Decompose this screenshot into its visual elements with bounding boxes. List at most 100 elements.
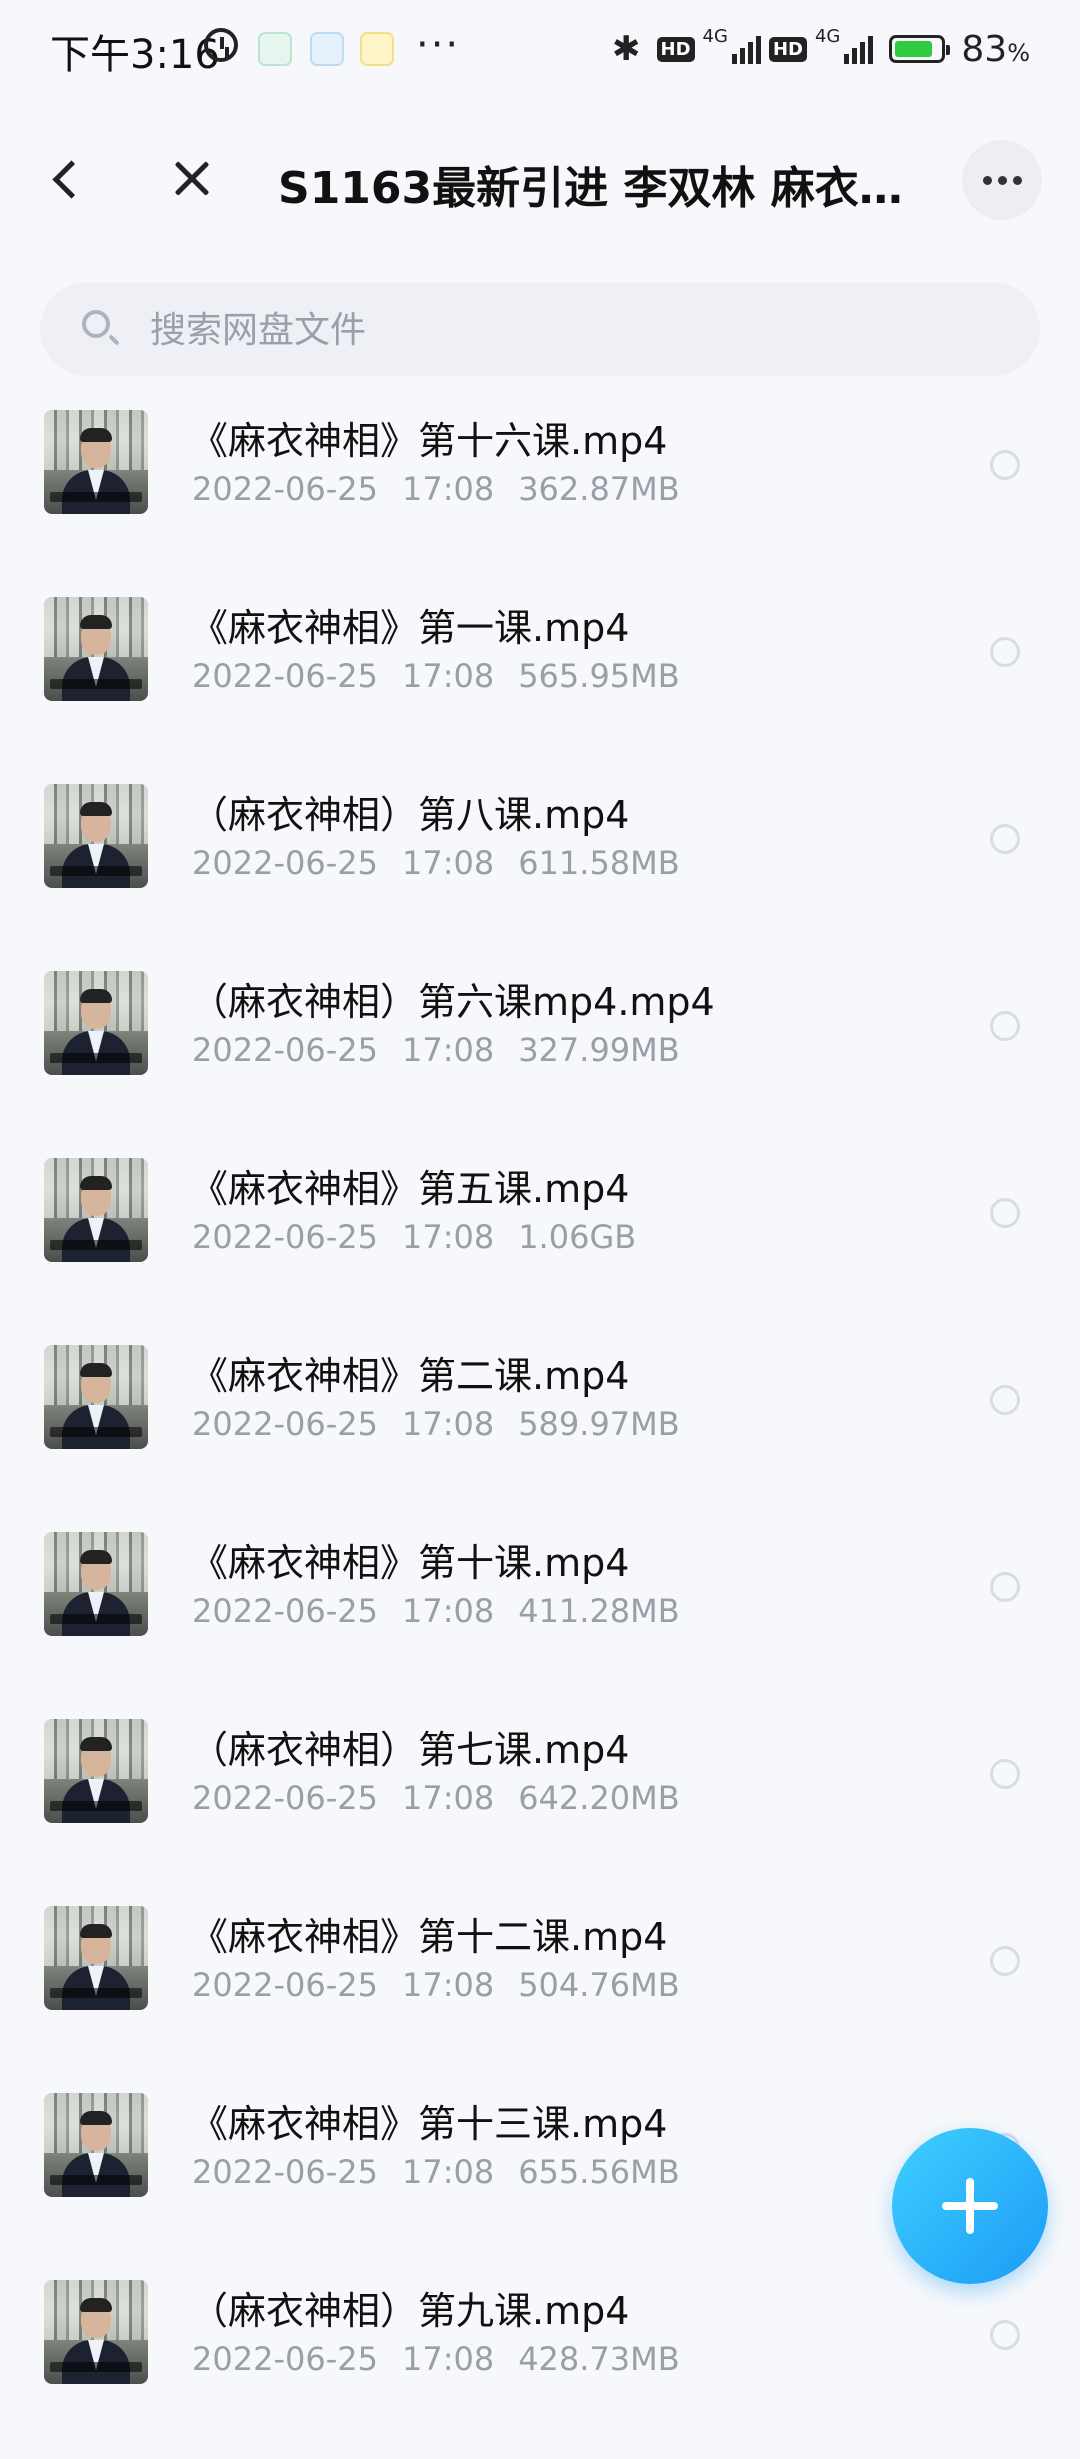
page-title: S1163最新引进 李双林 麻衣神相 ...	[278, 163, 918, 214]
file-row[interactable]: 《麻衣神相》第一课.mp4 2022-06-25 17:08 565.95MB	[0, 589, 1080, 776]
file-size: 327.99MB	[518, 1031, 680, 1069]
file-size: 428.73MB	[518, 2340, 680, 2378]
file-row[interactable]: 《麻衣神相》第二课.mp4 2022-06-25 17:08 589.97MB	[0, 1337, 1080, 1524]
file-meta: 2022-06-25 17:08 327.99MB	[192, 1031, 704, 1069]
file-size: 362.87MB	[518, 470, 680, 508]
file-name: 《麻衣神相》第一课.mp4	[190, 606, 630, 650]
file-meta: 2022-06-25 17:08 589.97MB	[192, 1405, 704, 1443]
signal-icon	[731, 34, 761, 64]
video-thumbnail	[44, 1158, 148, 1262]
file-time: 17:08	[401, 2153, 495, 2191]
battery-percent-value: 83	[961, 28, 1008, 70]
radio-select-icon[interactable]	[990, 1946, 1020, 1976]
video-thumbnail	[44, 1719, 148, 1823]
file-size: 411.28MB	[518, 1592, 680, 1630]
hd-badge: HD	[768, 36, 807, 62]
search-bar[interactable]	[40, 282, 1040, 376]
radio-select-icon[interactable]	[990, 824, 1020, 854]
app-notification-icon	[310, 32, 344, 66]
file-date: 2022-06-25	[192, 1592, 378, 1630]
file-time: 17:08	[401, 1031, 495, 1069]
file-size: 642.20MB	[518, 1779, 680, 1817]
file-name: （麻衣神相）第八课.mp4	[190, 793, 630, 837]
file-date: 2022-06-25	[192, 1779, 378, 1817]
file-meta: 2022-06-25 17:08 504.76MB	[192, 1966, 704, 2004]
file-row[interactable]: 《麻衣神相》第十六课.mp4 2022-06-25 17:08 362.87MB	[0, 402, 1080, 589]
file-date: 2022-06-25	[192, 2153, 378, 2191]
battery-percent-unit: %	[1007, 38, 1030, 67]
status-time: 下午3:16	[50, 32, 220, 78]
file-name: 《麻衣神相》第十六课.mp4	[190, 419, 668, 463]
battery-icon	[889, 35, 951, 63]
file-row[interactable]: （麻衣神相）第七课.mp4 2022-06-25 17:08 642.20MB	[0, 1711, 1080, 1898]
file-time: 17:08	[401, 1779, 495, 1817]
file-date: 2022-06-25	[192, 657, 378, 695]
file-time: 17:08	[401, 1218, 495, 1256]
close-icon[interactable]	[168, 154, 218, 204]
radio-select-icon[interactable]	[990, 2320, 1020, 2350]
file-meta: 2022-06-25 17:08 655.56MB	[192, 2153, 704, 2191]
battery-percent: 83%	[961, 29, 1030, 70]
more-icon[interactable]	[962, 140, 1042, 220]
file-row[interactable]: （麻衣神相）第八课.mp4 2022-06-25 17:08 611.58MB	[0, 776, 1080, 963]
file-meta: 2022-06-25 17:08 565.95MB	[192, 657, 704, 695]
top-bar: S1163最新引进 李双林 麻衣神相 ...	[0, 130, 1080, 230]
file-name: （麻衣神相）第六课mp4.mp4	[190, 980, 715, 1024]
file-time: 17:08	[401, 1966, 495, 2004]
file-date: 2022-06-25	[192, 2340, 378, 2378]
radio-select-icon[interactable]	[990, 1385, 1020, 1415]
signal-icon	[844, 34, 874, 64]
status-bar: 下午3:16 ··· ✱ HD 4G HD 4G 83%	[0, 0, 1080, 100]
video-thumbnail	[44, 597, 148, 701]
file-meta: 2022-06-25 17:08 611.58MB	[192, 844, 704, 882]
file-row[interactable]: （麻衣神相）第九课.mp4 2022-06-25 17:08 428.73MB	[0, 2272, 1080, 2459]
radio-select-icon[interactable]	[990, 1198, 1020, 1228]
video-thumbnail	[44, 1532, 148, 1636]
radio-select-icon[interactable]	[990, 450, 1020, 480]
back-icon[interactable]	[40, 154, 90, 204]
video-thumbnail	[44, 410, 148, 514]
file-row[interactable]: （麻衣神相）第六课mp4.mp4 2022-06-25 17:08 327.99MB	[0, 963, 1080, 1150]
alarm-icon	[204, 28, 238, 62]
more-notifications-icon: ···	[416, 22, 461, 68]
file-size: 611.58MB	[518, 844, 680, 882]
file-name: 《麻衣神相》第十课.mp4	[190, 1541, 630, 1585]
file-size: 504.76MB	[518, 1966, 680, 2004]
radio-select-icon[interactable]	[990, 1572, 1020, 1602]
hd-badge: HD	[656, 36, 695, 62]
file-meta: 2022-06-25 17:08 1.06GB	[192, 1218, 660, 1256]
file-date: 2022-06-25	[192, 1218, 378, 1256]
file-name: （麻衣神相）第九课.mp4	[190, 2289, 630, 2333]
file-name: 《麻衣神相》第十二课.mp4	[190, 1915, 668, 1959]
file-date: 2022-06-25	[192, 1405, 378, 1443]
file-name: （麻衣神相）第七课.mp4	[190, 1728, 630, 1772]
file-date: 2022-06-25	[192, 1031, 378, 1069]
radio-select-icon[interactable]	[990, 637, 1020, 667]
file-meta: 2022-06-25 17:08 362.87MB	[192, 470, 704, 508]
video-thumbnail	[44, 971, 148, 1075]
file-name: 《麻衣神相》第十三课.mp4	[190, 2102, 668, 2146]
bluetooth-icon: ✱	[612, 29, 641, 69]
file-name: 《麻衣神相》第五课.mp4	[190, 1167, 630, 1211]
network-type: 4G	[702, 26, 728, 47]
video-thumbnail	[44, 2280, 148, 2384]
file-row[interactable]: 《麻衣神相》第十课.mp4 2022-06-25 17:08 411.28MB	[0, 1524, 1080, 1711]
search-input[interactable]	[148, 296, 992, 364]
add-icon[interactable]	[892, 2128, 1048, 2284]
file-row[interactable]: 《麻衣神相》第五课.mp4 2022-06-25 17:08 1.06GB	[0, 1150, 1080, 1337]
file-meta: 2022-06-25 17:08 642.20MB	[192, 1779, 704, 1817]
file-date: 2022-06-25	[192, 1966, 378, 2004]
file-time: 17:08	[401, 2340, 495, 2378]
video-thumbnail	[44, 1345, 148, 1449]
file-time: 17:08	[401, 1592, 495, 1630]
file-meta: 2022-06-25 17:08 411.28MB	[192, 1592, 704, 1630]
file-size: 589.97MB	[518, 1405, 680, 1443]
app-notification-icon	[258, 32, 292, 66]
file-size: 655.56MB	[518, 2153, 680, 2191]
radio-select-icon[interactable]	[990, 1011, 1020, 1041]
radio-select-icon[interactable]	[990, 1759, 1020, 1789]
network-type: 4G	[814, 26, 841, 47]
video-thumbnail	[44, 784, 148, 888]
status-indicators: ✱ HD 4G HD 4G 83%	[612, 24, 1030, 74]
file-row[interactable]: 《麻衣神相》第十二课.mp4 2022-06-25 17:08 504.76MB	[0, 1898, 1080, 2085]
